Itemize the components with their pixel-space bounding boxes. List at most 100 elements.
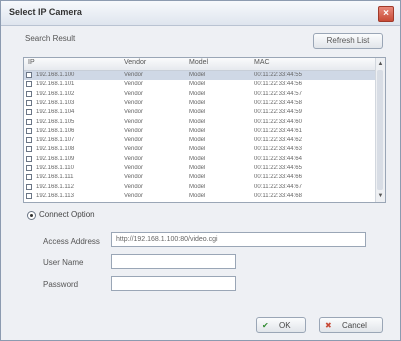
- cell-mac: 00:11:22:33:44:64: [254, 155, 302, 162]
- row-checkbox[interactable]: [26, 174, 32, 181]
- camera-table[interactable]: IP Vendor Model MAC 192.168.1.100 Vendor M…: [23, 57, 386, 203]
- column-header-vendor[interactable]: Vendor: [124, 59, 146, 66]
- vertical-scrollbar[interactable]: ▲ ▼: [375, 58, 385, 202]
- cell-model: Model: [189, 137, 206, 144]
- row-checkbox[interactable]: [26, 165, 32, 171]
- table-row[interactable]: 192.168.1.112 Vendor Model 00:11:22:33:44:6…: [24, 183, 377, 192]
- cell-vendor: Vendor: [124, 72, 144, 78]
- cell-vendor: Vendor: [124, 127, 144, 134]
- row-checkbox[interactable]: [26, 72, 32, 78]
- cell-vendor: Vendor: [124, 109, 144, 116]
- table-header: IP Vendor Model MAC: [24, 58, 377, 71]
- window-title: Select IP Camera: [9, 7, 82, 17]
- row-checkbox[interactable]: [26, 118, 32, 125]
- cell-model: Model: [189, 192, 206, 199]
- cell-vendor: Vendor: [124, 137, 144, 144]
- table-row[interactable]: 192.168.1.101 Vendor Model 00:11:22:33:44:5…: [24, 80, 377, 89]
- radio-dot-icon: [30, 214, 33, 217]
- cell-mac: 00:11:22:33:44:57: [254, 90, 302, 97]
- close-button[interactable]: ×: [378, 6, 394, 22]
- cell-model: Model: [189, 146, 206, 153]
- cell-model: Model: [189, 174, 206, 181]
- select-camera-dialog: Select IP Camera × Search Result Refresh…: [0, 0, 401, 341]
- cell-ip: 192.168.1.108: [36, 146, 75, 153]
- section-label: Search Result: [25, 34, 76, 43]
- cell-mac: 00:11:22:33:44:68: [254, 192, 302, 199]
- row-checkbox[interactable]: [26, 99, 32, 106]
- cell-vendor: Vendor: [124, 192, 144, 199]
- table-row[interactable]: 192.168.1.111 Vendor Model 00:11:22:33:44:6…: [24, 173, 377, 182]
- cell-vendor: Vendor: [124, 183, 144, 190]
- cell-ip: 192.168.1.112: [36, 183, 74, 190]
- cell-mac: 00:11:22:33:44:58: [254, 99, 302, 106]
- cell-vendor: Vendor: [124, 146, 144, 153]
- cell-ip: 192.168.1.109: [36, 155, 75, 162]
- cell-model: Model: [189, 72, 206, 78]
- cell-ip: 192.168.1.113: [36, 192, 74, 199]
- cell-mac: 00:11:22:33:44:66: [254, 174, 302, 181]
- cell-mac: 00:11:22:33:44:59: [254, 109, 302, 116]
- table-row[interactable]: 192.168.1.107 Vendor Model 00:11:22:33:44:6…: [24, 136, 377, 145]
- row-checkbox[interactable]: [26, 155, 32, 162]
- cell-ip: 192.168.1.102: [36, 90, 75, 97]
- table-row[interactable]: 192.168.1.100 Vendor Model 00:11:22:33:44:5…: [24, 71, 377, 80]
- table-row[interactable]: 192.168.1.102 Vendor Model 00:11:22:33:44:5…: [24, 90, 377, 99]
- cell-model: Model: [189, 90, 206, 97]
- cell-mac: 00:11:22:33:44:65: [254, 165, 302, 171]
- password-label: Password: [43, 280, 79, 289]
- cell-model: Model: [189, 183, 206, 190]
- row-checkbox[interactable]: [26, 146, 32, 153]
- table-row[interactable]: 192.168.1.105 Vendor Model 00:11:22:33:44:6…: [24, 118, 377, 127]
- row-checkbox[interactable]: [26, 109, 32, 116]
- table-row[interactable]: 192.168.1.106 Vendor Model 00:11:22:33:44:6…: [24, 127, 377, 136]
- scroll-down-icon[interactable]: ▼: [377, 192, 384, 200]
- access-address-input[interactable]: http://192.168.1.100:80/video.cgi: [111, 232, 366, 247]
- cell-mac: 00:11:22:33:44:67: [254, 183, 302, 190]
- cancel-button[interactable]: ✖ Cancel: [319, 317, 383, 333]
- password-input[interactable]: [111, 276, 236, 291]
- cell-vendor: Vendor: [124, 165, 144, 171]
- refresh-button[interactable]: Refresh List: [313, 33, 383, 49]
- row-checkbox[interactable]: [26, 183, 32, 190]
- row-checkbox[interactable]: [26, 192, 32, 199]
- cell-model: Model: [189, 155, 206, 162]
- table-row[interactable]: 192.168.1.103 Vendor Model 00:11:22:33:44:5…: [24, 99, 377, 108]
- row-checkbox[interactable]: [26, 127, 32, 134]
- ok-button[interactable]: ✔ OK: [256, 317, 306, 333]
- cell-ip: 192.168.1.100: [36, 72, 75, 78]
- row-checkbox[interactable]: [26, 90, 32, 97]
- cell-vendor: Vendor: [124, 81, 144, 88]
- cell-ip: 192.168.1.110: [36, 165, 74, 171]
- column-header-mac[interactable]: MAC: [254, 59, 270, 66]
- cell-mac: 00:11:22:33:44:62: [254, 137, 302, 144]
- cell-vendor: Vendor: [124, 155, 144, 162]
- row-checkbox[interactable]: [26, 137, 32, 144]
- cell-ip: 192.168.1.103: [36, 99, 75, 106]
- cell-ip: 192.168.1.111: [36, 174, 74, 181]
- scrollbar-thumb[interactable]: [377, 70, 383, 190]
- cell-ip: 192.168.1.104: [36, 109, 75, 116]
- table-row[interactable]: 192.168.1.110 Vendor Model 00:11:22:33:44:6…: [24, 164, 377, 173]
- table-row[interactable]: 192.168.1.108 Vendor Model 00:11:22:33:44:6…: [24, 145, 377, 154]
- header-row: Search Result Refresh List: [1, 25, 400, 49]
- cell-mac: 00:11:22:33:44:60: [254, 118, 302, 125]
- row-checkbox[interactable]: [26, 81, 32, 88]
- user-name-label: User Name: [43, 258, 84, 267]
- cell-model: Model: [189, 99, 206, 106]
- connect-option-radio[interactable]: [27, 211, 36, 220]
- title-bar: Select IP Camera ×: [1, 1, 400, 26]
- cell-ip: 192.168.1.107: [36, 137, 75, 144]
- user-name-input[interactable]: [111, 254, 236, 269]
- cell-mac: 00:11:22:33:44:63: [254, 146, 302, 153]
- cell-model: Model: [189, 118, 206, 125]
- table-row[interactable]: 192.168.1.104 Vendor Model 00:11:22:33:44:5…: [24, 108, 377, 117]
- column-header-model[interactable]: Model: [189, 59, 208, 66]
- cell-vendor: Vendor: [124, 118, 144, 125]
- scroll-up-icon[interactable]: ▲: [377, 60, 384, 68]
- table-row[interactable]: 192.168.1.109 Vendor Model 00:11:22:33:44:6…: [24, 155, 377, 164]
- cell-model: Model: [189, 165, 206, 171]
- column-header-ip[interactable]: IP: [28, 59, 35, 66]
- cell-model: Model: [189, 109, 206, 116]
- table-row[interactable]: 192.168.1.113 Vendor Model 00:11:22:33:44:6…: [24, 192, 377, 201]
- checkmark-icon: ✔: [262, 321, 269, 330]
